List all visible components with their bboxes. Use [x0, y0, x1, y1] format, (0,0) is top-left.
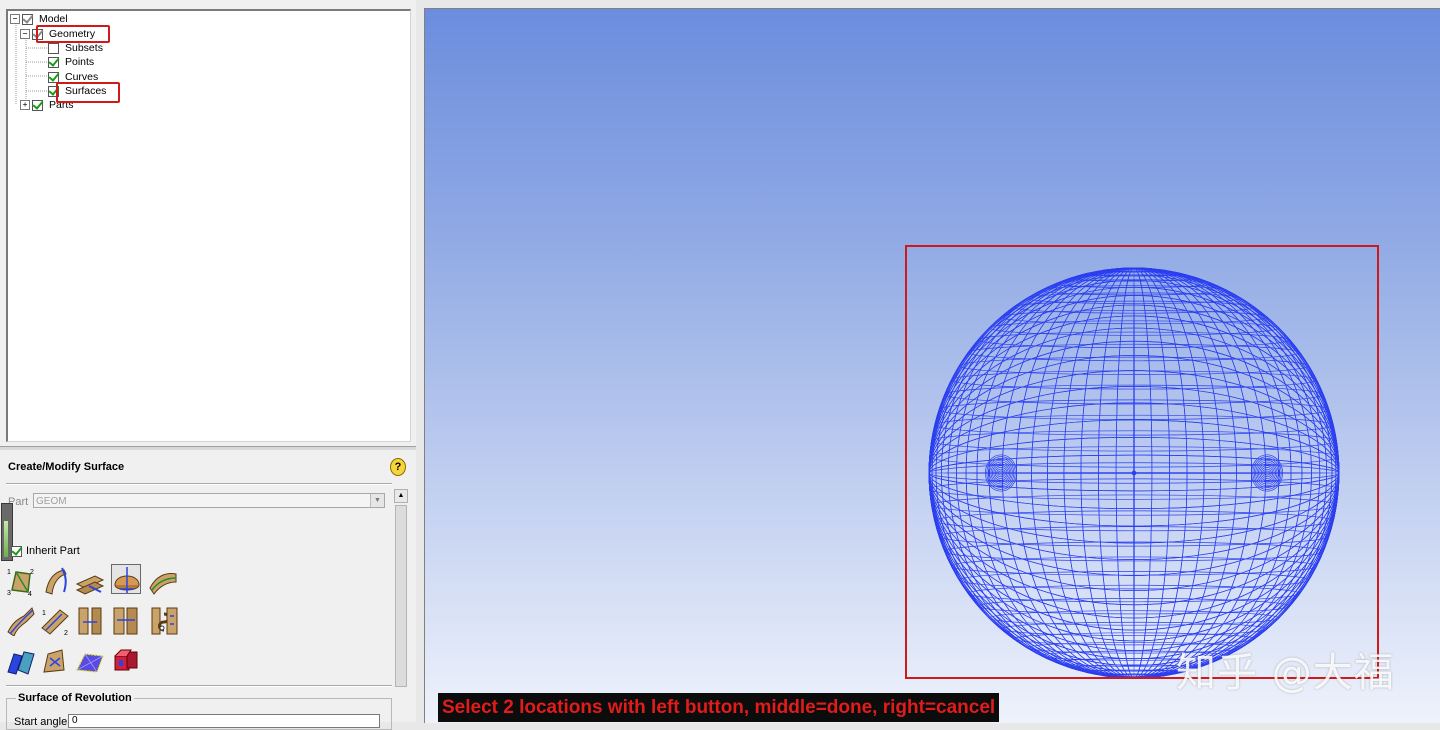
geometry-highlight-box [36, 25, 110, 43]
mesh-latitude-line [1000, 310, 1268, 325]
tree-item-model[interactable]: − Model [10, 12, 68, 26]
surface-of-revolution-icon[interactable] [111, 564, 141, 594]
mesh-latitude-line [1026, 292, 1242, 304]
mesh-pole-cluster [1253, 458, 1281, 488]
divider [6, 685, 392, 687]
help-icon[interactable]: ? [390, 458, 406, 476]
sphere-center-point [1131, 470, 1137, 476]
start-angle-label: Start angle [14, 716, 68, 728]
part-select[interactable]: GEOM ▼ [33, 493, 385, 508]
extend-surface-icon[interactable] [6, 646, 36, 676]
tree-label-model: Model [39, 13, 68, 25]
loft-surface-icon[interactable] [148, 566, 178, 596]
tree-label-subsets: Subsets [65, 42, 103, 54]
mesh-latitude-line [931, 494, 1337, 516]
svg-text:2: 2 [64, 630, 68, 636]
surfaces-highlight-box [56, 82, 120, 103]
from-curves-icon[interactable]: 1 2 3 4 [6, 566, 36, 596]
svg-text:1: 1 [7, 569, 11, 576]
mesh-latitude-line [958, 571, 1310, 590]
geometry-from-faceted-icon[interactable] [40, 646, 70, 676]
section-title: Surface of Revolution [16, 692, 134, 704]
curtain-surface-icon[interactable] [40, 566, 70, 596]
points-checkbox[interactable] [48, 56, 59, 68]
mesh-pole-cluster [993, 465, 1009, 481]
tree-label-points: Points [65, 56, 95, 68]
panel-title: Create/Modify Surface [8, 461, 125, 473]
inherit-part-label: Inherit Part [26, 545, 80, 557]
panel-splitter[interactable] [0, 446, 416, 450]
start-angle-input[interactable]: 0 [68, 714, 380, 728]
mesh-latitude-line [958, 356, 1310, 375]
graphics-viewport[interactable] [424, 8, 1440, 723]
create-faceted-icon[interactable] [75, 646, 105, 676]
left-panel: − Model − Geometry Subsets Points Curves S… [0, 0, 416, 730]
untrim-surface-icon[interactable] [161, 606, 191, 636]
model-tree[interactable]: − Model − Geometry Subsets Points Curves S… [6, 9, 411, 442]
inherit-part-checkbox[interactable] [11, 545, 22, 557]
status-message: Select 2 locations with left button, mid… [438, 693, 1000, 722]
collapse-icon[interactable]: − [20, 29, 30, 40]
svg-text:4: 4 [28, 591, 32, 596]
inherit-part-option[interactable]: Inherit Part [11, 545, 80, 557]
sweep-surface-icon[interactable] [6, 606, 36, 636]
parts-checkbox[interactable] [32, 99, 43, 111]
tree-item-subsets[interactable]: Subsets [48, 41, 103, 55]
scroll-thumb[interactable] [395, 505, 407, 687]
tree-item-points[interactable]: Points [48, 55, 94, 69]
scroll-up-arrow-icon[interactable]: ▲ [394, 489, 408, 503]
watermark: 知乎 @大福 [1176, 650, 1395, 696]
mesh-latitude-line [931, 430, 1337, 452]
mesh-latitude-line [967, 343, 1301, 362]
mesh-latitude-line [967, 584, 1301, 603]
model-checkbox[interactable] [22, 13, 33, 25]
svg-text:1: 1 [42, 610, 46, 617]
svg-text:3: 3 [7, 590, 11, 596]
offset-surface-icon[interactable] [75, 566, 105, 596]
mesh-pole-cluster [1263, 470, 1271, 476]
mesh-pole-cluster [997, 470, 1005, 476]
midsurface-icon[interactable]: 12 [40, 606, 70, 636]
mesh-pole-cluster [1259, 465, 1275, 481]
divider [6, 483, 392, 485]
sphere-mesh [905, 245, 1379, 679]
collapse-icon[interactable]: − [10, 14, 20, 25]
part-value: GEOM [36, 496, 67, 507]
trim-surface-icon[interactable] [111, 606, 141, 636]
mesh-pole-cluster [987, 458, 1015, 488]
expand-icon[interactable]: + [20, 100, 30, 111]
chevron-down-icon[interactable]: ▼ [370, 494, 384, 507]
memory-gauge-level [4, 521, 8, 557]
mesh-latitude-line [1000, 621, 1268, 636]
segment-surface-icon[interactable] [75, 606, 105, 636]
standard-shapes-icon[interactable] [111, 646, 141, 676]
svg-text:2: 2 [30, 569, 34, 576]
subsets-checkbox[interactable] [48, 42, 59, 54]
panel-scrollbar[interactable]: ▲ [394, 489, 408, 689]
